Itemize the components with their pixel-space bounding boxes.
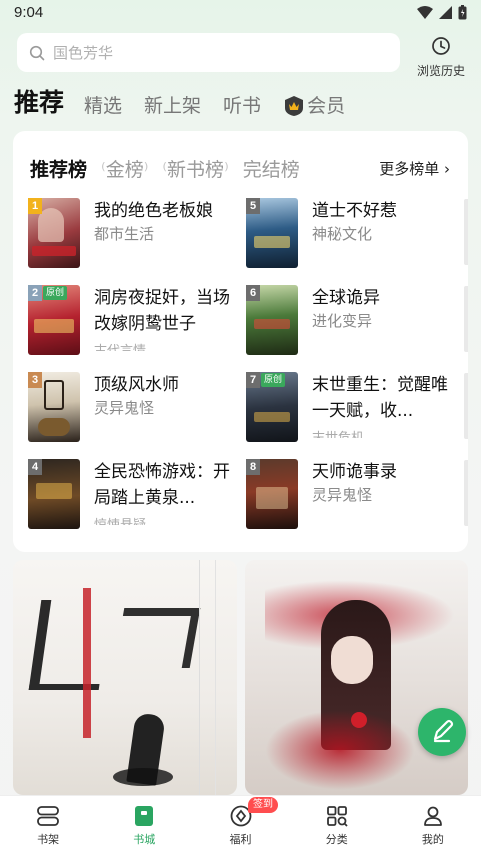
wifi-icon xyxy=(417,6,433,19)
browse-history-label: 浏览历史 xyxy=(416,64,465,78)
original-tag: 原创 xyxy=(43,286,68,300)
tab-vip[interactable]: 会员 xyxy=(283,93,345,119)
nav-bookstore[interactable]: 书城 xyxy=(96,796,192,855)
more-rankings-link[interactable]: 更多榜单 › xyxy=(373,158,450,179)
rank-number: 1 xyxy=(28,198,42,214)
featured-book-cover[interactable] xyxy=(245,560,468,795)
tab-recommend[interactable]: 推荐 xyxy=(14,87,64,119)
bookstore-icon xyxy=(135,806,154,826)
tab-featured[interactable]: 精选 xyxy=(84,93,122,119)
rank-number: 4 xyxy=(28,459,42,475)
profile-icon xyxy=(424,806,442,826)
vip-crown-icon xyxy=(285,96,304,116)
status-bar: 9:04 xyxy=(0,0,481,26)
book-category: 末世危机 xyxy=(312,430,364,438)
nav-bookshelf[interactable]: 书架 xyxy=(0,796,96,855)
next-column-peek xyxy=(464,373,468,439)
ranking-card: 推荐榜 ⁽金榜⁾ ⁽新书榜⁾ 完结榜 更多榜单 › 1 我的绝色老板娘 都市生活… xyxy=(13,131,468,552)
bookshelf-icon xyxy=(37,806,59,826)
book-item[interactable]: 6 全球诡异 进化变异 xyxy=(246,285,461,357)
book-item[interactable]: 4 全民恐怖游戏：开局踏上黄泉... 惊悚悬疑 xyxy=(28,459,243,531)
next-column-peek xyxy=(464,199,468,265)
rank-tab-new[interactable]: ⁽新书榜⁾ xyxy=(162,155,228,182)
book-title: 全民恐怖游戏：开局踏上黄泉... xyxy=(94,462,230,508)
nav-profile[interactable]: 我的 xyxy=(385,796,481,855)
book-category: 古代言情 xyxy=(94,343,146,351)
nav-bookshelf-label: 书架 xyxy=(37,833,60,846)
status-time: 9:04 xyxy=(14,4,44,21)
book-category: 灵异鬼怪 xyxy=(312,486,373,504)
checkin-badge[interactable]: 签到 xyxy=(248,797,278,813)
rank-tab-recommend[interactable]: 推荐榜 xyxy=(30,155,87,182)
book-title: 洞房夜捉奸，当场改嫁阴鸷世子 xyxy=(94,288,230,334)
nav-rewards-label: 福利 xyxy=(229,833,252,846)
tab-new-arrivals[interactable]: 新上架 xyxy=(144,93,201,119)
next-column-peek xyxy=(464,286,468,352)
rank-tab-gold-label: 金榜 xyxy=(105,158,144,181)
cover-art xyxy=(245,560,468,795)
rank-number: 2 xyxy=(28,285,42,301)
tab-audiobook[interactable]: 听书 xyxy=(223,93,261,119)
category-icon xyxy=(326,806,348,827)
signal-icon xyxy=(439,6,452,19)
chevron-right-icon: › xyxy=(444,160,450,178)
nav-category-label: 分类 xyxy=(325,833,348,846)
book-item[interactable]: 2 原创 洞房夜捉奸，当场改嫁阴鸷世子 古代言情 xyxy=(28,285,243,357)
more-rankings-label: 更多榜单 xyxy=(379,160,440,178)
rank-tab-new-label: 新书榜 xyxy=(167,158,225,181)
cover-art xyxy=(13,560,237,795)
search-icon xyxy=(29,45,45,60)
next-column-peek xyxy=(464,460,468,526)
book-category: 进化变异 xyxy=(312,312,373,330)
nav-bookstore-label: 书城 xyxy=(133,833,156,846)
tab-vip-label: 会员 xyxy=(307,95,346,117)
search-input[interactable]: 国色芳华 xyxy=(17,33,400,72)
book-item[interactable]: 7 原创 末世重生：觉醒唯一天赋，收... 末世危机 xyxy=(246,372,461,444)
book-category: 都市生活 xyxy=(94,225,155,243)
book-title: 顶级风水师 xyxy=(94,375,179,395)
book-category: 神秘文化 xyxy=(312,225,373,243)
search-placeholder: 国色芳华 xyxy=(53,44,114,62)
book-item[interactable]: 1 我的绝色老板娘 都市生活 xyxy=(28,198,243,270)
book-item[interactable]: 3 顶级风水师 灵异鬼怪 xyxy=(28,372,243,444)
nav-category[interactable]: 分类 xyxy=(289,796,385,855)
book-title: 道士不好惹 xyxy=(312,201,397,221)
book-title: 我的绝色老板娘 xyxy=(94,201,213,221)
rank-tab-gold[interactable]: ⁽金榜⁾ xyxy=(101,155,148,182)
nav-profile-label: 我的 xyxy=(421,833,444,846)
rank-number: 8 xyxy=(246,459,260,475)
battery-icon xyxy=(458,5,467,20)
browse-history-button[interactable]: 浏览历史 xyxy=(412,36,470,79)
book-category: 惊悚悬疑 xyxy=(94,517,146,525)
rank-number: 5 xyxy=(246,198,260,214)
book-title: 天师诡事录 xyxy=(312,462,397,482)
pen-icon xyxy=(433,719,454,743)
rank-number: 3 xyxy=(28,372,42,388)
clock-icon xyxy=(432,37,450,55)
write-fab-button[interactable] xyxy=(418,708,466,756)
rank-tab-finished[interactable]: 完结榜 xyxy=(243,155,300,182)
book-category: 灵异鬼怪 xyxy=(94,399,155,417)
book-item[interactable]: 8 天师诡事录 灵异鬼怪 xyxy=(246,459,461,531)
status-icons xyxy=(417,5,467,20)
book-title: 全球诡异 xyxy=(312,288,380,308)
bottom-nav: 书架 书城 福利 分类 我的 xyxy=(0,795,481,855)
original-tag: 原创 xyxy=(261,373,286,387)
book-title: 末世重生：觉醒唯一天赋，收... xyxy=(312,375,448,421)
top-tabs: 推荐 精选 新上架 听书 会员 xyxy=(14,85,367,119)
book-item[interactable]: 5 道士不好惹 神秘文化 xyxy=(246,198,461,270)
rank-number: 7 xyxy=(246,372,260,388)
featured-book-cover[interactable] xyxy=(13,560,237,795)
rank-number: 6 xyxy=(246,285,260,301)
